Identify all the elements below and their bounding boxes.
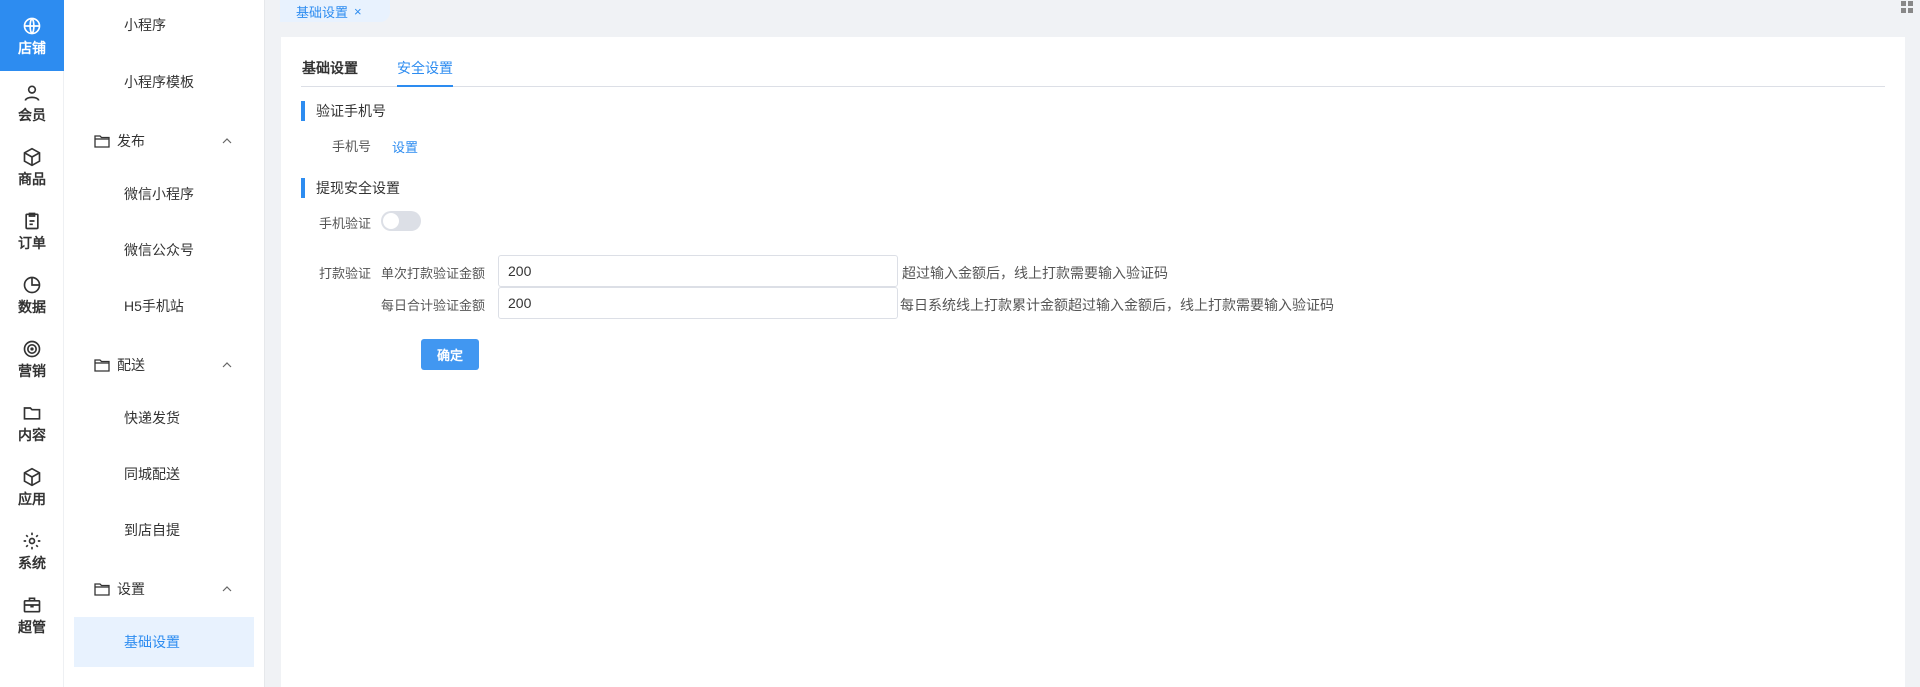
payment-verify-label: 打款验证	[319, 266, 372, 281]
page-tab-strip: 基础设置 ×	[266, 0, 1920, 22]
briefcase-icon	[23, 597, 41, 613]
switch-knob	[383, 213, 399, 229]
sidebar-group-label: 配送	[117, 357, 145, 373]
sidebar-item-label: H5手机站	[124, 298, 184, 314]
confirm-button[interactable]: 确定	[421, 339, 479, 370]
sidebar-item-basic-settings[interactable]: 基础设置	[74, 617, 254, 667]
section-withdraw-security: 提现安全设置	[301, 178, 400, 198]
sidebar-item-label: 基础设置	[124, 634, 180, 650]
phone-set-link[interactable]: 设置	[392, 137, 418, 156]
rail-item-content[interactable]: 内容	[0, 391, 64, 455]
settings-card: 基础设置 安全设置 验证手机号 手机号 设置 提现安全设置 手机验证 打款验证 …	[281, 37, 1905, 687]
subtab-security[interactable]: 安全设置	[397, 58, 453, 87]
rail-item-label: 数据	[18, 299, 46, 315]
chevron-up-icon	[222, 362, 232, 368]
rail-item-system[interactable]: 系统	[0, 519, 64, 583]
rail-item-order[interactable]: 订单	[0, 199, 64, 263]
rail-item-label: 应用	[18, 491, 46, 507]
single-amount-input[interactable]	[498, 255, 898, 287]
grid-icon[interactable]	[1900, 0, 1914, 14]
sidebar-item-h5-site[interactable]: H5手机站	[74, 281, 254, 331]
chevron-up-icon	[222, 586, 232, 592]
rail-item-label: 店铺	[18, 39, 46, 56]
secondary-sidebar: 小程序 小程序模板 发布 微信小程序 微信公众号 H5手机站 配送 快递发货 同…	[64, 0, 265, 687]
phone-label: 手机号	[332, 139, 372, 154]
phone-verify-label: 手机验证	[319, 216, 372, 231]
single-amount-hint: 超过输入金额后，线上打款需要输入验证码	[902, 265, 1168, 281]
gear-icon	[23, 532, 41, 550]
rail-item-superadmin[interactable]: 超管	[0, 583, 64, 647]
sidebar-item-wechat-official[interactable]: 微信公众号	[74, 225, 254, 275]
rail-item-marketing[interactable]: 营销	[0, 327, 64, 391]
target-icon	[23, 340, 41, 358]
sidebar-item-miniprogram-template[interactable]: 小程序模板	[74, 57, 254, 107]
sidebar-group-publish[interactable]: 发布	[64, 116, 264, 166]
sidebar-item-label: 微信公众号	[124, 242, 194, 258]
daily-amount-input[interactable]	[498, 287, 898, 319]
daily-amount-hint: 每日系统线上打款累计金额超过输入金额后，线上打款需要输入验证码	[900, 297, 1334, 313]
section-title: 验证手机号	[316, 103, 386, 119]
phone-verify-switch[interactable]	[381, 211, 421, 231]
folder-icon	[94, 135, 110, 148]
sidebar-item-store-pickup[interactable]: 到店自提	[74, 505, 254, 555]
close-icon[interactable]: ×	[354, 4, 362, 19]
rail-item-label: 超管	[18, 619, 46, 635]
rail-item-label: 订单	[18, 235, 46, 251]
tab-basic-settings[interactable]: 基础设置 ×	[280, 0, 390, 22]
sidebar-item-label: 快递发货	[124, 410, 180, 426]
sidebar-group-label: 设置	[117, 581, 145, 597]
section-accent-bar	[301, 101, 305, 121]
cube-icon	[23, 467, 41, 487]
rail-item-label: 系统	[18, 555, 46, 571]
sidebar-item-miniprogram[interactable]: 小程序	[74, 0, 254, 50]
sidebar-item-local-delivery[interactable]: 同城配送	[74, 449, 254, 499]
rail-item-label: 商品	[18, 171, 46, 187]
settings-subtabs: 基础设置 安全设置	[301, 37, 1885, 87]
user-icon	[24, 85, 40, 101]
rail-item-label: 营销	[18, 363, 46, 379]
subtab-basic[interactable]: 基础设置	[302, 58, 358, 87]
single-amount-label: 单次打款验证金额	[381, 266, 486, 281]
globe-icon	[23, 17, 41, 34]
section-accent-bar	[301, 178, 305, 198]
rail-item-app[interactable]: 应用	[0, 455, 64, 519]
sidebar-item-wechat-miniprogram[interactable]: 微信小程序	[74, 169, 254, 219]
sidebar-item-label: 到店自提	[124, 522, 180, 538]
rail-item-label: 内容	[18, 427, 46, 443]
rail-item-store[interactable]: 店铺	[0, 0, 64, 71]
pie-chart-icon	[23, 276, 41, 294]
folder-icon	[94, 359, 110, 372]
tab-label: 基础设置	[296, 4, 349, 20]
sidebar-item-express[interactable]: 快递发货	[74, 393, 254, 443]
rail-item-member[interactable]: 会员	[0, 71, 64, 135]
clipboard-icon	[25, 212, 39, 230]
sidebar-group-label: 发布	[117, 133, 145, 149]
sidebar-item-label: 小程序模板	[124, 74, 194, 90]
box-icon	[23, 147, 41, 167]
folder-icon	[94, 583, 110, 596]
primary-nav-rail: 店铺 会员 商品 订单 数据 营销 内容 应用 系统 超管	[0, 0, 64, 687]
rail-item-data[interactable]: 数据	[0, 263, 64, 327]
sidebar-group-delivery[interactable]: 配送	[64, 340, 264, 390]
folder-icon	[23, 407, 41, 420]
section-title: 提现安全设置	[316, 180, 400, 196]
sidebar-item-label: 微信小程序	[124, 186, 194, 202]
rail-item-goods[interactable]: 商品	[0, 135, 64, 199]
daily-amount-label: 每日合计验证金额	[381, 298, 486, 313]
section-verify-phone: 验证手机号	[301, 101, 386, 121]
rail-item-label: 会员	[18, 107, 46, 123]
sidebar-item-label: 同城配送	[124, 466, 180, 482]
sidebar-item-label: 小程序	[124, 17, 166, 33]
sidebar-group-settings[interactable]: 设置	[64, 564, 264, 614]
chevron-up-icon	[222, 138, 232, 144]
